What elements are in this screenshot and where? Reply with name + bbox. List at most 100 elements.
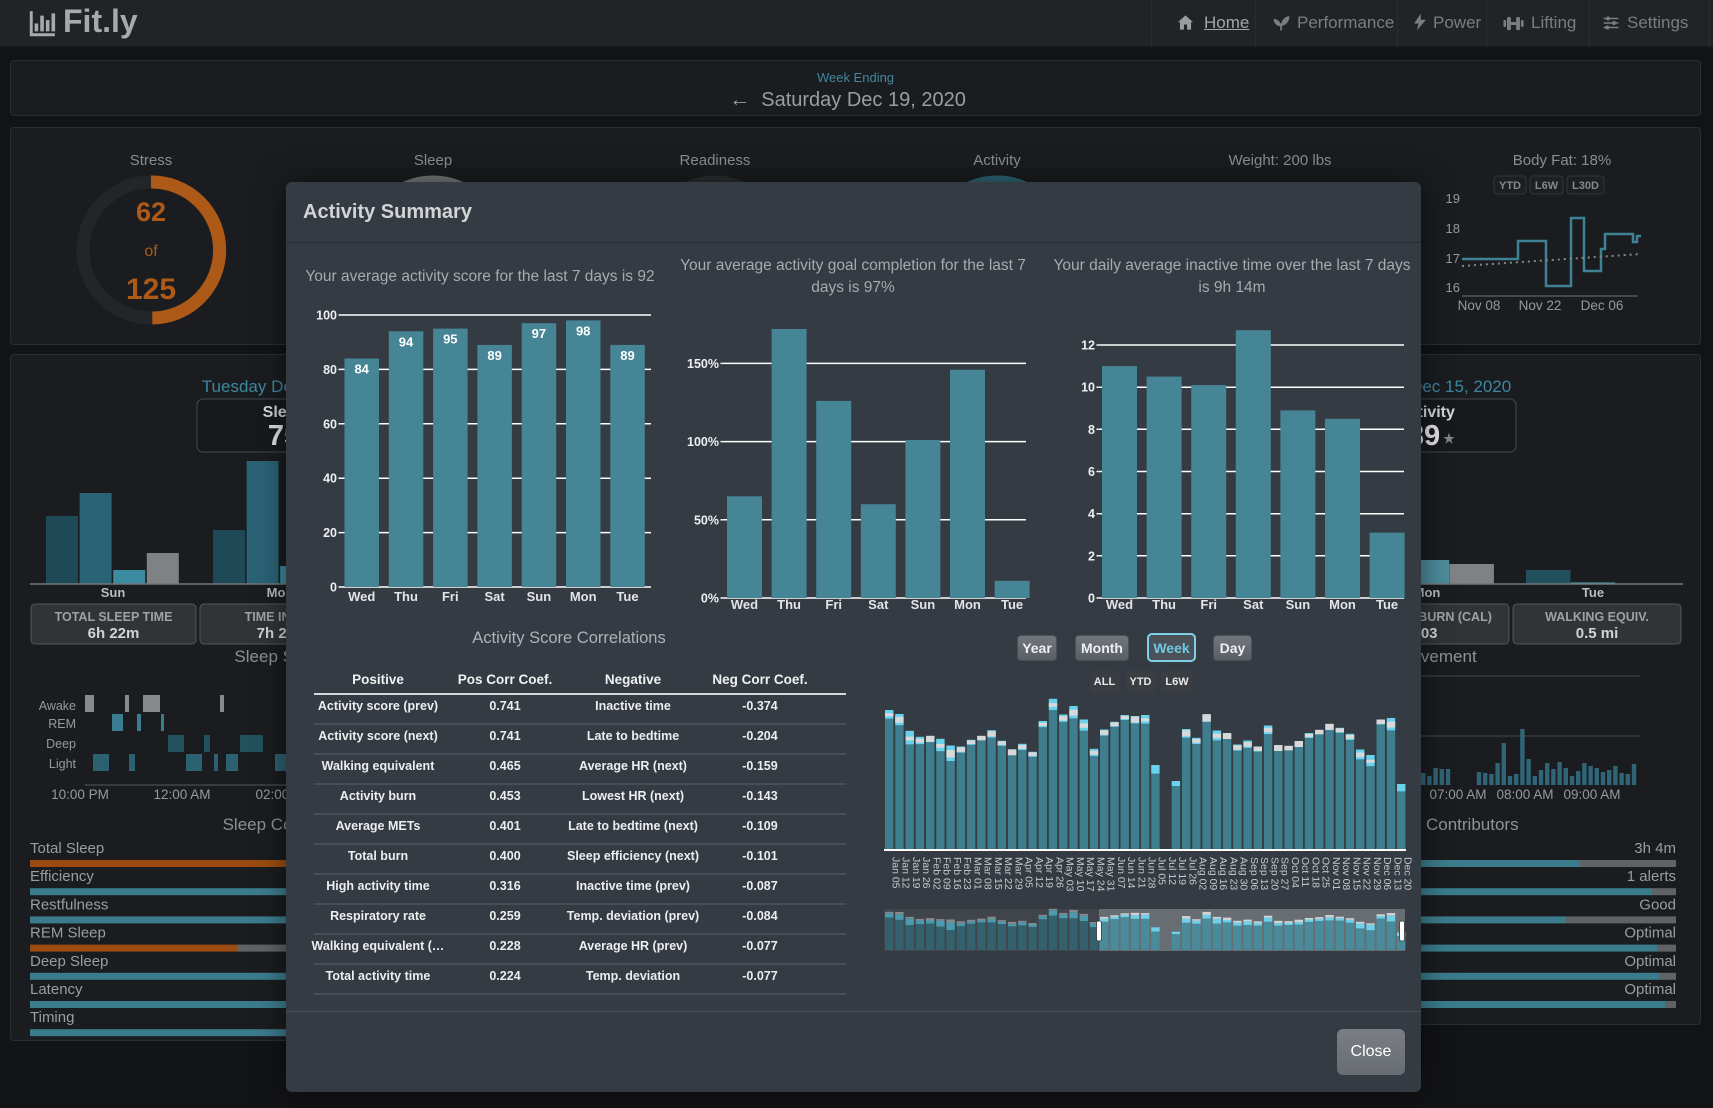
svg-text:0.228: 0.228 bbox=[489, 939, 520, 953]
svg-text:Oct 25: Oct 25 bbox=[1320, 857, 1332, 888]
svg-text:L6W: L6W bbox=[1535, 180, 1559, 192]
svg-text:Aug 02: Aug 02 bbox=[1197, 857, 1209, 890]
svg-text:0: 0 bbox=[330, 581, 337, 595]
svg-text:Your average activity goal com: Your average activity goal completion fo… bbox=[680, 257, 1026, 274]
svg-text:Pos Corr Coef.: Pos Corr Coef. bbox=[458, 672, 553, 687]
svg-text:Deep Sleep: Deep Sleep bbox=[30, 953, 108, 970]
svg-text:Sun: Sun bbox=[527, 589, 552, 604]
svg-text:Mon: Mon bbox=[570, 589, 597, 604]
svg-text:Sat: Sat bbox=[484, 589, 505, 604]
svg-text:Nov 08: Nov 08 bbox=[1340, 857, 1352, 890]
svg-text:Nov 22: Nov 22 bbox=[1519, 298, 1562, 313]
svg-text:Thu: Thu bbox=[777, 597, 801, 612]
svg-text:Sat: Sat bbox=[1243, 597, 1264, 612]
svg-text:REM Sleep: REM Sleep bbox=[30, 925, 106, 942]
svg-text:Walking equivalent: Walking equivalent bbox=[322, 759, 436, 773]
svg-text:May 10: May 10 bbox=[1074, 857, 1086, 892]
svg-text:Oct 04: Oct 04 bbox=[1289, 857, 1301, 888]
svg-text:Activity score (next): Activity score (next) bbox=[318, 729, 437, 743]
svg-text:Sun: Sun bbox=[101, 585, 126, 600]
svg-text:Optimal: Optimal bbox=[1624, 953, 1676, 970]
svg-text:Sleep: Sleep bbox=[414, 152, 452, 169]
svg-text:4: 4 bbox=[1088, 507, 1095, 521]
svg-text:YTD: YTD bbox=[1499, 180, 1521, 192]
svg-text:Walking equivalent (…: Walking equivalent (… bbox=[312, 939, 445, 953]
svg-text:19: 19 bbox=[1446, 191, 1460, 206]
svg-text:of: of bbox=[144, 243, 158, 260]
svg-text:Positive: Positive bbox=[352, 672, 404, 687]
svg-text:Apr 05: Apr 05 bbox=[1023, 857, 1035, 888]
svg-text:Nov 01: Nov 01 bbox=[1330, 857, 1342, 890]
svg-text:-0.159: -0.159 bbox=[742, 759, 777, 773]
svg-text:Stress: Stress bbox=[130, 152, 173, 169]
svg-text:Jun 07: Jun 07 bbox=[1115, 857, 1127, 889]
svg-text:16: 16 bbox=[1446, 280, 1460, 295]
svg-text:84: 84 bbox=[354, 362, 369, 377]
svg-text:89: 89 bbox=[620, 348, 634, 363]
svg-text:Nov 08: Nov 08 bbox=[1458, 298, 1501, 313]
svg-text:Thu: Thu bbox=[394, 589, 418, 604]
svg-text:Jul 26: Jul 26 bbox=[1187, 857, 1199, 885]
svg-text:Jul 19: Jul 19 bbox=[1176, 857, 1188, 885]
svg-text:Respiratory rate: Respiratory rate bbox=[330, 909, 426, 923]
svg-text:0%: 0% bbox=[701, 592, 719, 606]
svg-text:Feb 23: Feb 23 bbox=[961, 857, 973, 890]
svg-text:60: 60 bbox=[323, 417, 337, 431]
svg-text:0.259: 0.259 bbox=[489, 909, 520, 923]
svg-text:Feb 16: Feb 16 bbox=[951, 857, 963, 890]
svg-text:98: 98 bbox=[576, 323, 590, 338]
svg-text:150%: 150% bbox=[687, 357, 719, 371]
svg-text:-0.077: -0.077 bbox=[742, 969, 777, 983]
svg-text:-0.374: -0.374 bbox=[742, 699, 777, 713]
svg-text:May 03: May 03 bbox=[1064, 857, 1076, 892]
svg-text:Tue: Tue bbox=[616, 589, 638, 604]
svg-text:Aug 16: Aug 16 bbox=[1217, 857, 1229, 890]
svg-text:12: 12 bbox=[1081, 339, 1095, 353]
svg-text:0.316: 0.316 bbox=[489, 879, 520, 893]
svg-text:10: 10 bbox=[1081, 381, 1095, 395]
svg-text:Sep 13: Sep 13 bbox=[1258, 857, 1270, 890]
svg-text:07:00 AM: 07:00 AM bbox=[1429, 787, 1486, 802]
svg-text:0.5 mi: 0.5 mi bbox=[1576, 625, 1619, 642]
svg-text:Thu: Thu bbox=[1152, 597, 1176, 612]
svg-text:Jan 12: Jan 12 bbox=[900, 857, 912, 889]
svg-text:Jul 12: Jul 12 bbox=[1166, 857, 1178, 885]
svg-text:Optimal: Optimal bbox=[1624, 925, 1676, 942]
svg-text:Apr 26: Apr 26 bbox=[1053, 857, 1065, 888]
svg-text:Wed: Wed bbox=[731, 597, 758, 612]
svg-text:09:00 AM: 09:00 AM bbox=[1563, 787, 1620, 802]
svg-text:Sat: Sat bbox=[868, 597, 889, 612]
svg-text:Latency: Latency bbox=[30, 981, 83, 998]
svg-text:Fri: Fri bbox=[442, 589, 459, 604]
svg-text:40: 40 bbox=[323, 472, 337, 486]
svg-text:8: 8 bbox=[1088, 423, 1095, 437]
svg-text:Sun: Sun bbox=[911, 597, 936, 612]
svg-text:Activity score (prev): Activity score (prev) bbox=[318, 699, 438, 713]
svg-text:High activity time: High activity time bbox=[326, 879, 430, 893]
svg-text:Sun: Sun bbox=[1286, 597, 1311, 612]
svg-text:Light: Light bbox=[49, 757, 77, 771]
svg-text:Sep 27: Sep 27 bbox=[1279, 857, 1291, 890]
svg-text:0.453: 0.453 bbox=[489, 789, 520, 803]
svg-text:-0.087: -0.087 bbox=[742, 879, 777, 893]
svg-text:★: ★ bbox=[1443, 431, 1455, 446]
svg-text:Dec 06: Dec 06 bbox=[1581, 298, 1624, 313]
svg-text:Inactive time: Inactive time bbox=[595, 699, 671, 713]
svg-text:94: 94 bbox=[399, 334, 414, 349]
svg-text:3h 4m: 3h 4m bbox=[1634, 840, 1676, 857]
svg-text:days is 97%: days is 97% bbox=[811, 279, 895, 296]
svg-text:Apr 12: Apr 12 bbox=[1033, 857, 1045, 888]
svg-text:Jun 14: Jun 14 bbox=[1125, 857, 1137, 889]
svg-text:Mar 08: Mar 08 bbox=[982, 857, 994, 890]
svg-text:Wed: Wed bbox=[1106, 597, 1133, 612]
svg-text:Dec 06: Dec 06 bbox=[1381, 857, 1393, 890]
svg-text:Negative: Negative bbox=[605, 672, 662, 687]
svg-text:0.465: 0.465 bbox=[489, 759, 520, 773]
svg-text:Weight: 200 lbs: Weight: 200 lbs bbox=[1228, 152, 1331, 169]
svg-text:Feb 02: Feb 02 bbox=[931, 857, 943, 890]
svg-text:6: 6 bbox=[1088, 465, 1095, 479]
svg-text:Dec 20: Dec 20 bbox=[1402, 857, 1414, 890]
svg-text:89: 89 bbox=[487, 348, 501, 363]
svg-text:Timing: Timing bbox=[30, 1009, 74, 1026]
svg-text:0.401: 0.401 bbox=[489, 819, 520, 833]
